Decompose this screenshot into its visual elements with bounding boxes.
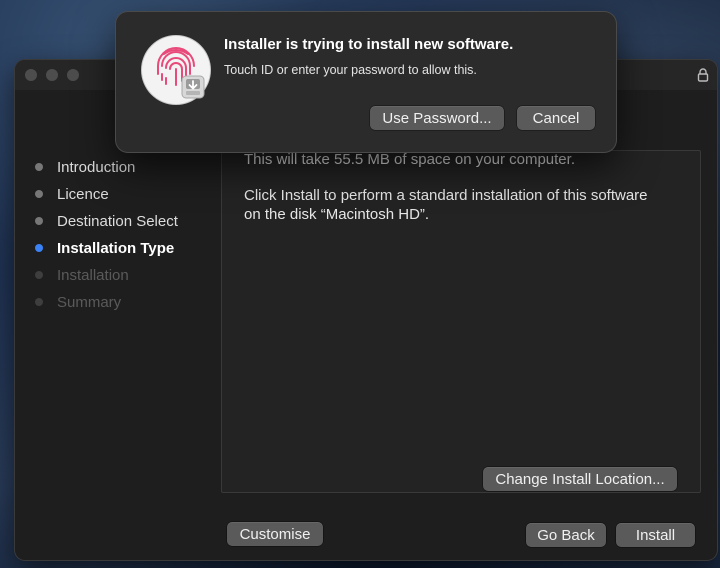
dialog-title: Installer is trying to install new softw… — [224, 36, 514, 53]
step-label: Installation — [57, 266, 129, 284]
step-licence: Licence — [35, 184, 109, 204]
step-bullet — [35, 217, 43, 225]
lock-icon — [697, 68, 709, 82]
customise-button[interactable]: Customise — [227, 522, 323, 546]
install-description-line1: Click Install to perform a standard inst… — [244, 187, 648, 204]
cancel-button[interactable]: Cancel — [517, 106, 595, 130]
step-summary: Summary — [35, 292, 121, 312]
step-bullet — [35, 163, 43, 171]
step-destination-select: Destination Select — [35, 211, 178, 231]
step-bullet — [35, 271, 43, 279]
step-label: Installation Type — [57, 239, 175, 257]
install-button[interactable]: Install — [616, 523, 695, 547]
go-back-button[interactable]: Go Back — [526, 523, 606, 547]
space-required-text: This will take 55.5 MB of space on your … — [244, 151, 575, 168]
minimize-window-button[interactable] — [46, 69, 58, 81]
step-label: Introduction — [57, 158, 136, 176]
step-label: Licence — [57, 185, 109, 203]
step-installation-type: Installation Type — [35, 238, 174, 258]
change-install-location-button[interactable]: Change Install Location... — [483, 467, 677, 491]
authorization-dialog: Installer is trying to install new softw… — [116, 12, 616, 152]
step-introduction: Introduction — [35, 157, 135, 177]
step-label: Destination Select — [57, 212, 178, 230]
dialog-message: Touch ID or enter your password to allow… — [224, 63, 477, 77]
touch-id-fingerprint-icon — [142, 36, 210, 104]
zoom-window-button[interactable] — [67, 69, 79, 81]
step-bullet — [35, 190, 43, 198]
step-installation: Installation — [35, 265, 129, 285]
install-description-line2: on the disk “Macintosh HD”. — [244, 206, 430, 223]
step-bullet — [35, 298, 43, 306]
step-label: Summary — [57, 293, 122, 311]
use-password-button[interactable]: Use Password... — [370, 106, 504, 130]
close-window-button[interactable] — [25, 69, 37, 81]
step-bullet-active — [35, 244, 43, 252]
